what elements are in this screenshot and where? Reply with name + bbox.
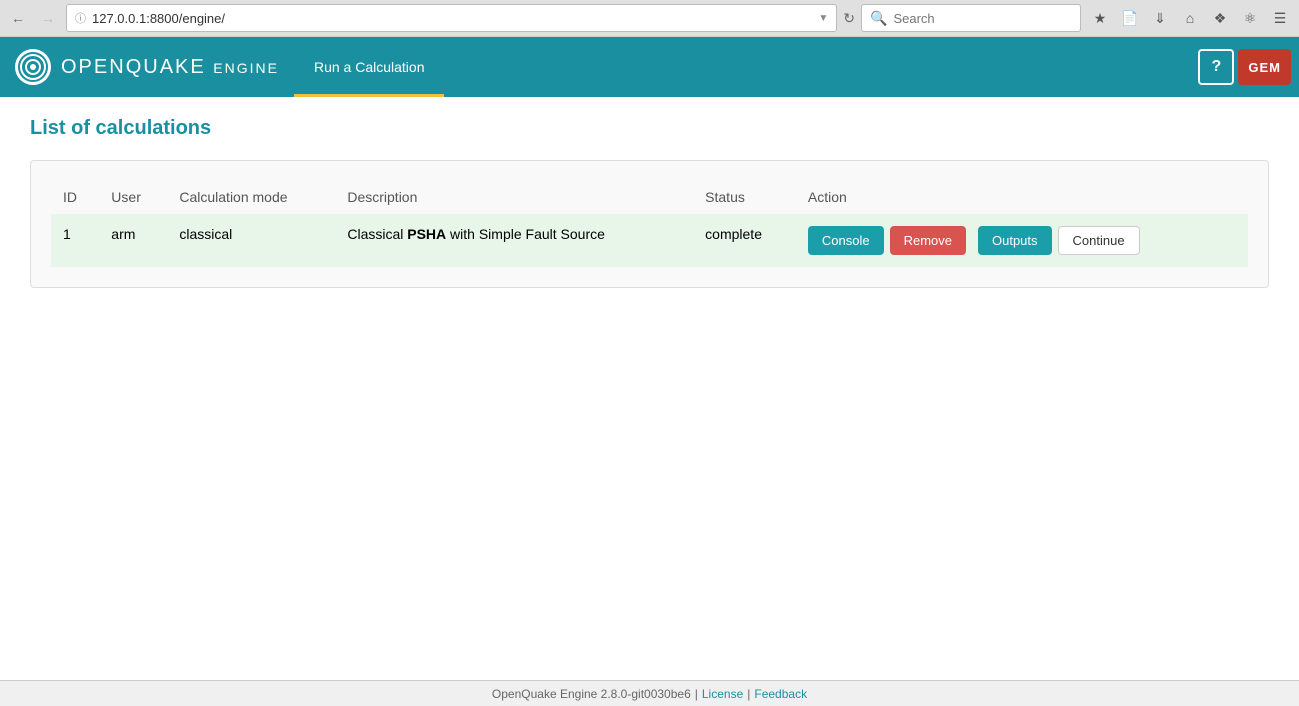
console-button[interactable]: Console (808, 226, 884, 255)
help-button[interactable]: ? (1198, 49, 1234, 85)
continue-button[interactable]: Continue (1058, 226, 1140, 255)
logo-quake: QUAKE (126, 56, 206, 78)
feedback-link[interactable]: Feedback (754, 687, 807, 701)
action-buttons: Console Remove Outputs Continue (808, 226, 1236, 255)
cell-actions: Console Remove Outputs Continue (796, 214, 1248, 268)
cell-user: arm (99, 214, 167, 268)
app-header: OPENQUAKE ENGINE Run a Calculation ? GEM (0, 37, 1299, 97)
page-title: List of calculations (30, 117, 1269, 140)
logo-text: OPENQUAKE ENGINE (61, 56, 279, 79)
address-bar[interactable]: ⓘ 127.0.0.1:8800/engine/ ▼ (66, 4, 837, 32)
col-header-mode: Calculation mode (167, 181, 335, 214)
back-button[interactable]: ← (6, 6, 30, 30)
search-bar[interactable]: 🔍 (861, 4, 1081, 32)
footer-sep2: | (747, 687, 750, 701)
app-logo: OPENQUAKE ENGINE (0, 37, 294, 97)
header-right: ? GEM (1198, 37, 1299, 97)
dropdown-icon: ▼ (818, 13, 828, 24)
download-button[interactable]: ⇓ (1147, 5, 1173, 31)
forward-button[interactable]: → (36, 6, 60, 30)
logo-open: OPEN (61, 56, 126, 78)
main-content: List of calculations ID User Calculation… (0, 97, 1299, 680)
nav-item-run-calculation[interactable]: Run a Calculation (294, 37, 445, 97)
toolbar-icons: ★ 📄 ⇓ ⌂ ❖ ⚛ ☰ (1087, 5, 1293, 31)
logo-icon (15, 49, 51, 85)
col-header-user: User (99, 181, 167, 214)
cell-status: complete (693, 214, 796, 268)
search-input[interactable] (893, 11, 1072, 26)
home-button[interactable]: ⌂ (1177, 5, 1203, 31)
gem-logo: GEM (1238, 49, 1291, 85)
col-header-id: ID (51, 181, 99, 214)
cell-id: 1 (51, 214, 99, 268)
search-icon: 🔍 (870, 10, 887, 27)
calculations-table: ID User Calculation mode Description Sta… (51, 181, 1248, 267)
browser-toolbar: ← → ⓘ 127.0.0.1:8800/engine/ ▼ ↻ 🔍 ★ 📄 ⇓… (0, 0, 1299, 36)
nav-menu: Run a Calculation (294, 37, 1198, 97)
table-header-row: ID User Calculation mode Description Sta… (51, 181, 1248, 214)
col-header-action: Action (796, 181, 1248, 214)
logo-engine: ENGINE (213, 60, 279, 76)
shield-button[interactable]: ❖ (1207, 5, 1233, 31)
footer-sep1: | (695, 687, 698, 701)
info-icon: ⓘ (75, 10, 86, 26)
license-link[interactable]: License (702, 687, 743, 701)
cell-description: Classical PSHA with Simple Fault Source (335, 214, 693, 268)
outputs-button[interactable]: Outputs (978, 226, 1052, 255)
calculations-table-container: ID User Calculation mode Description Sta… (30, 160, 1269, 288)
table-row: 1 arm classical Classical PSHA with Simp… (51, 214, 1248, 268)
reading-list-button[interactable]: 📄 (1117, 5, 1143, 31)
extensions-button[interactable]: ⚛ (1237, 5, 1263, 31)
remove-button[interactable]: Remove (890, 226, 966, 255)
col-header-description: Description (335, 181, 693, 214)
col-header-status: Status (693, 181, 796, 214)
browser-chrome: ← → ⓘ 127.0.0.1:8800/engine/ ▼ ↻ 🔍 ★ 📄 ⇓… (0, 0, 1299, 37)
menu-button[interactable]: ☰ (1267, 5, 1293, 31)
cell-mode: classical (167, 214, 335, 268)
footer: OpenQuake Engine 2.8.0-git0030be6 | Lice… (0, 680, 1299, 706)
footer-text: OpenQuake Engine 2.8.0-git0030be6 (492, 687, 691, 701)
reload-button[interactable]: ↻ (843, 10, 855, 27)
url-text: 127.0.0.1:8800/engine/ (92, 11, 812, 26)
bookmark-star-button[interactable]: ★ (1087, 5, 1113, 31)
